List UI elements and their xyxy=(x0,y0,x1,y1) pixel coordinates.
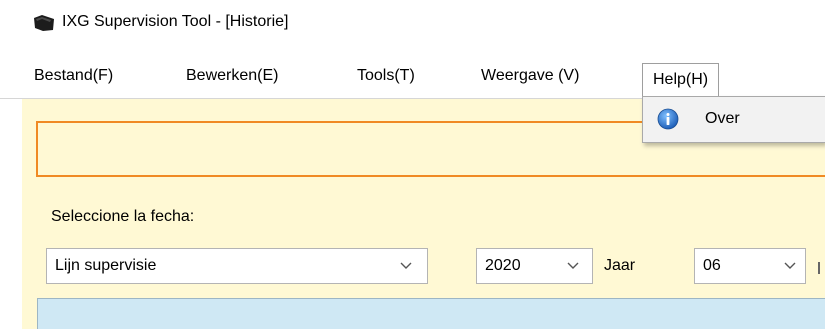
menu-help[interactable]: Help(H) xyxy=(642,63,720,96)
month-select-value: 06 xyxy=(703,257,721,274)
year-select[interactable]: 2020 xyxy=(476,248,593,284)
menu-bar: Bestand(F) Bewerken(E) Tools(T) Weergave… xyxy=(0,53,825,99)
date-label: Seleccione la fecha: xyxy=(51,208,195,225)
month-select[interactable]: 06 xyxy=(694,248,806,284)
window-title: IXG Supervision Tool - [Historie] xyxy=(62,13,289,30)
menu-bewerken[interactable]: Bewerken(E) xyxy=(186,53,278,98)
year-label: Jaar xyxy=(604,257,636,274)
menu-weergave[interactable]: Weergave (V) xyxy=(481,53,579,98)
results-area xyxy=(37,298,825,329)
view-select[interactable]: Lijn supervisie xyxy=(46,248,428,284)
app-icon xyxy=(34,15,54,31)
view-select-value: Lijn supervisie xyxy=(55,257,157,274)
title-bar: IXG Supervision Tool - [Historie] xyxy=(0,0,825,52)
chevron-down-icon xyxy=(784,262,796,269)
clipped-label xyxy=(818,262,820,274)
menu-bestand[interactable]: Bestand(F) xyxy=(34,53,113,98)
menu-item-over[interactable]: Over xyxy=(643,99,825,139)
menu-tools[interactable]: Tools(T) xyxy=(357,53,415,98)
over-label: Over xyxy=(705,110,740,127)
year-select-value: 2020 xyxy=(485,257,521,274)
chevron-down-icon xyxy=(400,262,412,269)
chevron-down-icon xyxy=(567,262,579,269)
help-dropdown-menu: Over xyxy=(642,96,825,143)
info-icon xyxy=(657,108,679,130)
